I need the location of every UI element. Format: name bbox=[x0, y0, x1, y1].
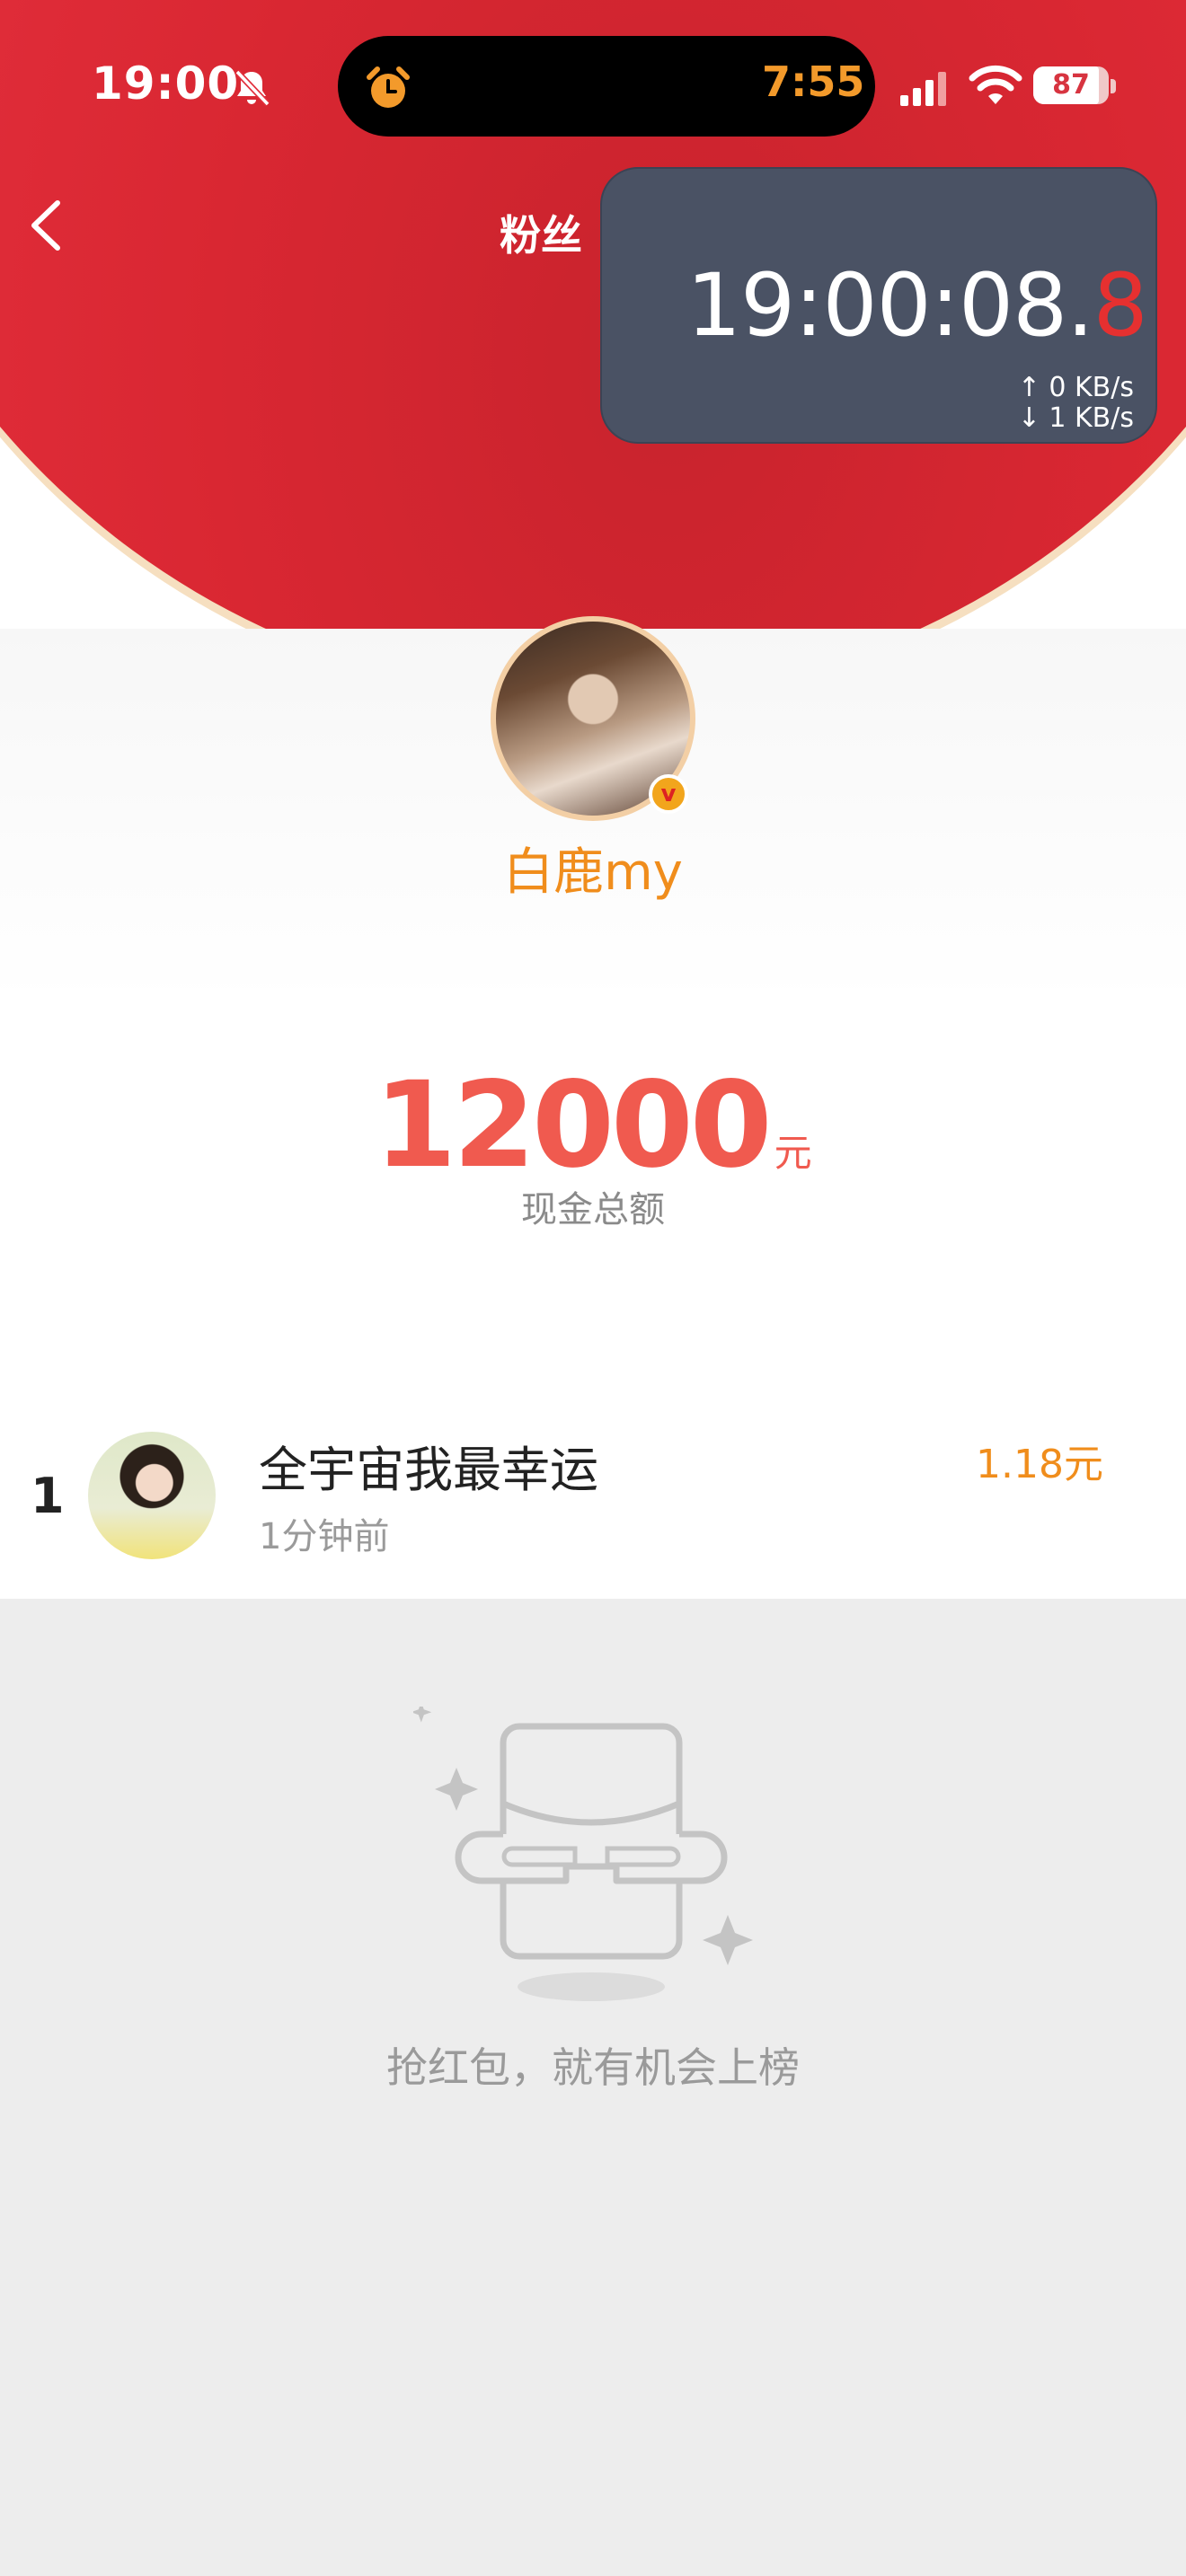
total-amount-value: 12000 bbox=[374, 1056, 772, 1195]
wifi-icon bbox=[969, 65, 1022, 104]
battery-indicator: 87 bbox=[1033, 66, 1109, 104]
host-name: 白鹿my bbox=[503, 843, 683, 902]
upload-speed: ↑ 0 KB/s bbox=[1017, 372, 1134, 403]
list-item-amount: 1.18元 bbox=[976, 1442, 1103, 1487]
verified-badge-icon: v bbox=[649, 774, 688, 814]
red-packet-ranking-screen: 19:00 7:55 87 粉丝 19:00:08.8 ↑ 0 KB/s ↓ 1… bbox=[0, 0, 1186, 2576]
list-item-rank: 1 bbox=[31, 1468, 65, 1524]
list-item-name: 全宇宙我最幸运 bbox=[259, 1442, 598, 1498]
back-chevron-icon[interactable] bbox=[25, 196, 68, 255]
bell-muted-icon bbox=[235, 69, 270, 107]
floating-clock-widget[interactable]: 19:00:08.8 ↑ 0 KB/s ↓ 1 KB/s bbox=[600, 167, 1157, 444]
empty-state-message: 抢红包，就有机会上榜 bbox=[386, 2043, 800, 2092]
status-time: 19:00 bbox=[92, 57, 240, 110]
list-item-time: 1分钟前 bbox=[259, 1516, 390, 1557]
cellular-signal-icon bbox=[900, 72, 946, 106]
island-timer: 7:55 bbox=[762, 57, 865, 106]
total-amount-unit: 元 bbox=[774, 1131, 812, 1175]
empty-red-packet-icon bbox=[413, 1707, 753, 2001]
total-amount: 12000 元 bbox=[0, 1056, 1186, 1195]
download-speed: ↓ 1 KB/s bbox=[1017, 402, 1134, 434]
total-amount-label: 现金总额 bbox=[521, 1189, 665, 1231]
clock-tenths: 8 bbox=[1093, 255, 1148, 356]
alarm-clock-icon bbox=[367, 66, 410, 108]
battery-level: 87 bbox=[1052, 69, 1090, 101]
list-item-avatar[interactable] bbox=[88, 1432, 216, 1559]
clock-time: 19:00:08.8 bbox=[686, 255, 1148, 356]
page-title: 粉丝 bbox=[500, 211, 582, 260]
